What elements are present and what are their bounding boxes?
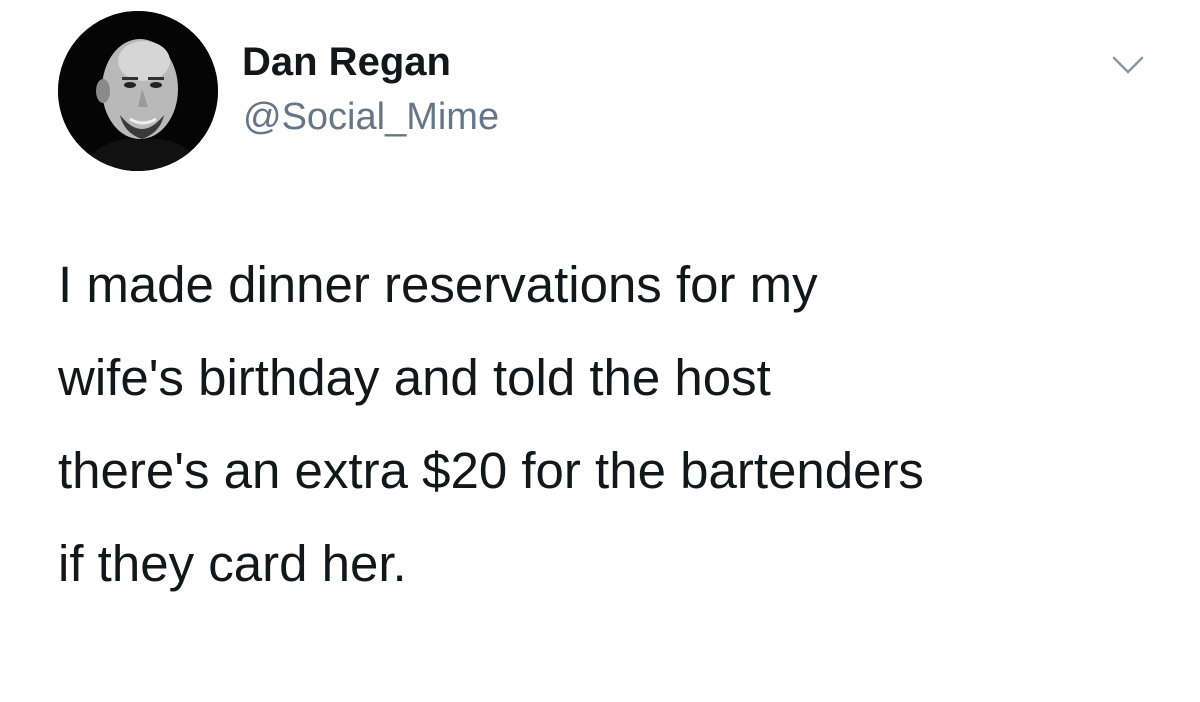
chevron-down-icon[interactable] bbox=[1108, 50, 1148, 80]
author-name[interactable]: Dan Regan bbox=[242, 38, 451, 86]
avatar[interactable] bbox=[58, 11, 218, 171]
tweet-text-line: if they card her. bbox=[58, 535, 407, 592]
tweet-card: Dan Regan @Social_Mime I made dinner res… bbox=[0, 0, 1200, 702]
tweet-text: I made dinner reservations for my wife's… bbox=[58, 238, 1168, 610]
profile-photo-icon bbox=[58, 11, 218, 171]
tweet-text-line: there's an extra $20 for the bartenders bbox=[58, 442, 924, 499]
author-handle[interactable]: @Social_Mime bbox=[243, 94, 499, 140]
tweet-text-line: I made dinner reservations for my bbox=[58, 256, 818, 313]
tweet-text-line: wife's birthday and told the host bbox=[58, 349, 771, 406]
